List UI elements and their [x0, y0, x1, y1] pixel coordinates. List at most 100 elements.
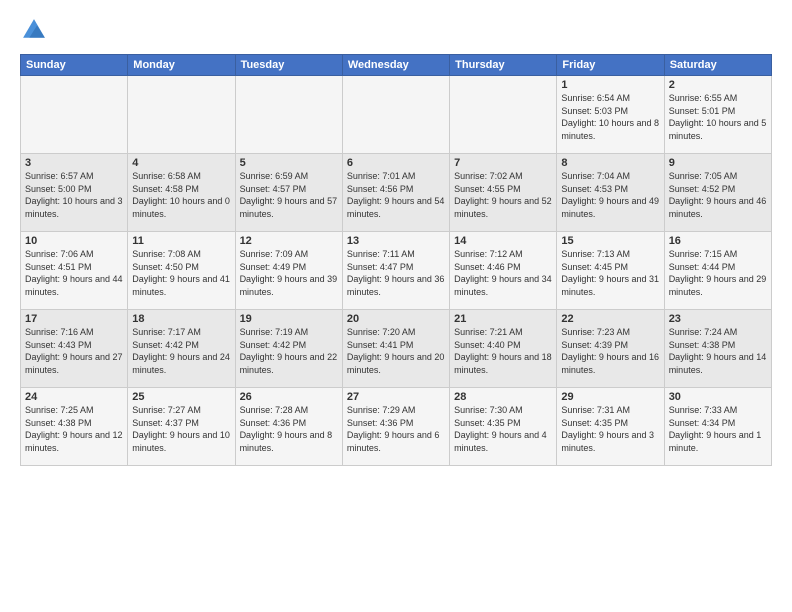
- day-number: 6: [347, 157, 445, 169]
- day-number: 28: [454, 391, 552, 403]
- day-number: 21: [454, 313, 552, 325]
- week-row-5: 24Sunrise: 7:25 AM Sunset: 4:38 PM Dayli…: [21, 388, 772, 466]
- day-number: 17: [25, 313, 123, 325]
- day-cell: 20Sunrise: 7:20 AM Sunset: 4:41 PM Dayli…: [342, 310, 449, 388]
- day-info: Sunrise: 7:23 AM Sunset: 4:39 PM Dayligh…: [561, 326, 659, 376]
- header-cell-sunday: Sunday: [21, 55, 128, 76]
- day-number: 13: [347, 235, 445, 247]
- day-cell: [128, 76, 235, 154]
- day-number: 14: [454, 235, 552, 247]
- day-number: 15: [561, 235, 659, 247]
- day-cell: 8Sunrise: 7:04 AM Sunset: 4:53 PM Daylig…: [557, 154, 664, 232]
- day-info: Sunrise: 7:24 AM Sunset: 4:38 PM Dayligh…: [669, 326, 767, 376]
- day-info: Sunrise: 6:59 AM Sunset: 4:57 PM Dayligh…: [240, 170, 338, 220]
- day-number: 4: [132, 157, 230, 169]
- day-cell: 26Sunrise: 7:28 AM Sunset: 4:36 PM Dayli…: [235, 388, 342, 466]
- day-info: Sunrise: 6:58 AM Sunset: 4:58 PM Dayligh…: [132, 170, 230, 220]
- day-cell: 25Sunrise: 7:27 AM Sunset: 4:37 PM Dayli…: [128, 388, 235, 466]
- day-info: Sunrise: 7:06 AM Sunset: 4:51 PM Dayligh…: [25, 248, 123, 298]
- week-row-2: 3Sunrise: 6:57 AM Sunset: 5:00 PM Daylig…: [21, 154, 772, 232]
- header-cell-tuesday: Tuesday: [235, 55, 342, 76]
- header-cell-wednesday: Wednesday: [342, 55, 449, 76]
- day-cell: 24Sunrise: 7:25 AM Sunset: 4:38 PM Dayli…: [21, 388, 128, 466]
- day-info: Sunrise: 7:01 AM Sunset: 4:56 PM Dayligh…: [347, 170, 445, 220]
- day-cell: 4Sunrise: 6:58 AM Sunset: 4:58 PM Daylig…: [128, 154, 235, 232]
- day-cell: 7Sunrise: 7:02 AM Sunset: 4:55 PM Daylig…: [450, 154, 557, 232]
- day-number: 3: [25, 157, 123, 169]
- header: [20, 16, 772, 44]
- day-cell: 15Sunrise: 7:13 AM Sunset: 4:45 PM Dayli…: [557, 232, 664, 310]
- day-number: 1: [561, 79, 659, 91]
- day-cell: 1Sunrise: 6:54 AM Sunset: 5:03 PM Daylig…: [557, 76, 664, 154]
- day-number: 22: [561, 313, 659, 325]
- day-number: 23: [669, 313, 767, 325]
- week-row-3: 10Sunrise: 7:06 AM Sunset: 4:51 PM Dayli…: [21, 232, 772, 310]
- header-cell-thursday: Thursday: [450, 55, 557, 76]
- day-cell: 17Sunrise: 7:16 AM Sunset: 4:43 PM Dayli…: [21, 310, 128, 388]
- day-cell: 30Sunrise: 7:33 AM Sunset: 4:34 PM Dayli…: [664, 388, 771, 466]
- day-cell: 12Sunrise: 7:09 AM Sunset: 4:49 PM Dayli…: [235, 232, 342, 310]
- day-info: Sunrise: 7:28 AM Sunset: 4:36 PM Dayligh…: [240, 404, 338, 454]
- day-info: Sunrise: 7:13 AM Sunset: 4:45 PM Dayligh…: [561, 248, 659, 298]
- day-cell: 5Sunrise: 6:59 AM Sunset: 4:57 PM Daylig…: [235, 154, 342, 232]
- day-info: Sunrise: 7:25 AM Sunset: 4:38 PM Dayligh…: [25, 404, 123, 454]
- header-cell-saturday: Saturday: [664, 55, 771, 76]
- day-info: Sunrise: 7:02 AM Sunset: 4:55 PM Dayligh…: [454, 170, 552, 220]
- day-info: Sunrise: 7:04 AM Sunset: 4:53 PM Dayligh…: [561, 170, 659, 220]
- day-cell: [21, 76, 128, 154]
- day-cell: 3Sunrise: 6:57 AM Sunset: 5:00 PM Daylig…: [21, 154, 128, 232]
- day-cell: [342, 76, 449, 154]
- day-number: 20: [347, 313, 445, 325]
- day-info: Sunrise: 7:11 AM Sunset: 4:47 PM Dayligh…: [347, 248, 445, 298]
- page: SundayMondayTuesdayWednesdayThursdayFrid…: [0, 0, 792, 612]
- day-info: Sunrise: 7:12 AM Sunset: 4:46 PM Dayligh…: [454, 248, 552, 298]
- day-cell: 2Sunrise: 6:55 AM Sunset: 5:01 PM Daylig…: [664, 76, 771, 154]
- day-info: Sunrise: 7:27 AM Sunset: 4:37 PM Dayligh…: [132, 404, 230, 454]
- day-cell: [235, 76, 342, 154]
- day-cell: 11Sunrise: 7:08 AM Sunset: 4:50 PM Dayli…: [128, 232, 235, 310]
- day-cell: 9Sunrise: 7:05 AM Sunset: 4:52 PM Daylig…: [664, 154, 771, 232]
- day-info: Sunrise: 7:33 AM Sunset: 4:34 PM Dayligh…: [669, 404, 767, 454]
- day-cell: 16Sunrise: 7:15 AM Sunset: 4:44 PM Dayli…: [664, 232, 771, 310]
- day-number: 8: [561, 157, 659, 169]
- day-number: 9: [669, 157, 767, 169]
- day-number: 10: [25, 235, 123, 247]
- day-info: Sunrise: 7:19 AM Sunset: 4:42 PM Dayligh…: [240, 326, 338, 376]
- day-info: Sunrise: 6:55 AM Sunset: 5:01 PM Dayligh…: [669, 92, 767, 142]
- day-info: Sunrise: 7:20 AM Sunset: 4:41 PM Dayligh…: [347, 326, 445, 376]
- day-number: 24: [25, 391, 123, 403]
- day-number: 29: [561, 391, 659, 403]
- day-number: 27: [347, 391, 445, 403]
- day-cell: 18Sunrise: 7:17 AM Sunset: 4:42 PM Dayli…: [128, 310, 235, 388]
- logo-icon: [20, 16, 48, 44]
- day-cell: 10Sunrise: 7:06 AM Sunset: 4:51 PM Dayli…: [21, 232, 128, 310]
- week-row-1: 1Sunrise: 6:54 AM Sunset: 5:03 PM Daylig…: [21, 76, 772, 154]
- day-info: Sunrise: 7:17 AM Sunset: 4:42 PM Dayligh…: [132, 326, 230, 376]
- day-info: Sunrise: 7:21 AM Sunset: 4:40 PM Dayligh…: [454, 326, 552, 376]
- day-cell: 19Sunrise: 7:19 AM Sunset: 4:42 PM Dayli…: [235, 310, 342, 388]
- day-number: 25: [132, 391, 230, 403]
- day-number: 18: [132, 313, 230, 325]
- day-cell: 23Sunrise: 7:24 AM Sunset: 4:38 PM Dayli…: [664, 310, 771, 388]
- day-info: Sunrise: 7:09 AM Sunset: 4:49 PM Dayligh…: [240, 248, 338, 298]
- day-number: 11: [132, 235, 230, 247]
- day-info: Sunrise: 7:15 AM Sunset: 4:44 PM Dayligh…: [669, 248, 767, 298]
- day-info: Sunrise: 7:31 AM Sunset: 4:35 PM Dayligh…: [561, 404, 659, 454]
- day-cell: 27Sunrise: 7:29 AM Sunset: 4:36 PM Dayli…: [342, 388, 449, 466]
- day-cell: 14Sunrise: 7:12 AM Sunset: 4:46 PM Dayli…: [450, 232, 557, 310]
- header-cell-monday: Monday: [128, 55, 235, 76]
- header-cell-friday: Friday: [557, 55, 664, 76]
- day-info: Sunrise: 7:30 AM Sunset: 4:35 PM Dayligh…: [454, 404, 552, 454]
- day-number: 30: [669, 391, 767, 403]
- day-cell: 28Sunrise: 7:30 AM Sunset: 4:35 PM Dayli…: [450, 388, 557, 466]
- day-info: Sunrise: 7:05 AM Sunset: 4:52 PM Dayligh…: [669, 170, 767, 220]
- calendar-table: SundayMondayTuesdayWednesdayThursdayFrid…: [20, 54, 772, 466]
- day-cell: 21Sunrise: 7:21 AM Sunset: 4:40 PM Dayli…: [450, 310, 557, 388]
- day-cell: 22Sunrise: 7:23 AM Sunset: 4:39 PM Dayli…: [557, 310, 664, 388]
- header-row: SundayMondayTuesdayWednesdayThursdayFrid…: [21, 55, 772, 76]
- day-cell: 29Sunrise: 7:31 AM Sunset: 4:35 PM Dayli…: [557, 388, 664, 466]
- day-number: 7: [454, 157, 552, 169]
- day-cell: 13Sunrise: 7:11 AM Sunset: 4:47 PM Dayli…: [342, 232, 449, 310]
- week-row-4: 17Sunrise: 7:16 AM Sunset: 4:43 PM Dayli…: [21, 310, 772, 388]
- day-info: Sunrise: 7:08 AM Sunset: 4:50 PM Dayligh…: [132, 248, 230, 298]
